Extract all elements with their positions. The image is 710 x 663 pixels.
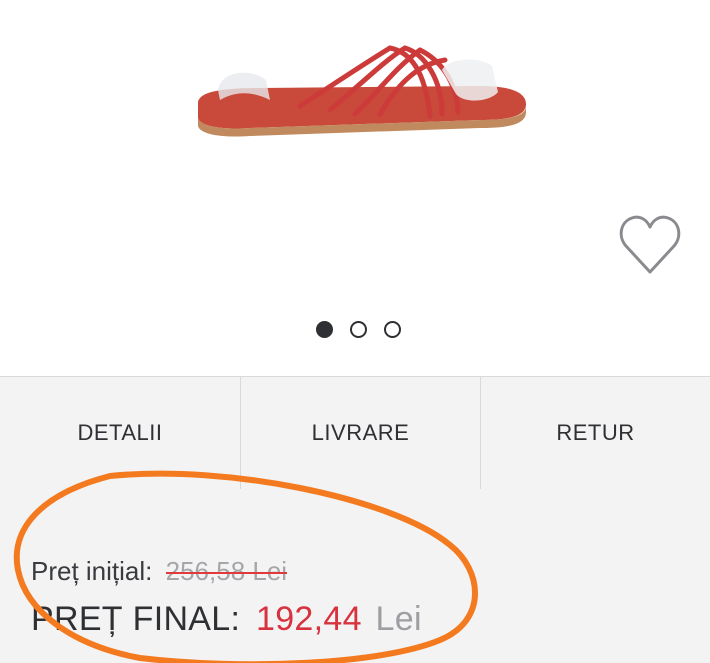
carousel-dot-1[interactable] [316,321,333,338]
product-gallery [0,0,710,376]
tab-detalii[interactable]: DETALII [0,377,240,489]
tab-livrare[interactable]: LIVRARE [241,377,480,489]
wishlist-heart-icon[interactable] [618,212,682,278]
final-price-label: PREȚ FINAL: [31,600,241,638]
initial-price-row: Preț inițial: 256,58 Lei [31,556,287,587]
carousel-dot-3[interactable] [384,321,401,338]
carousel-indicator [312,319,412,345]
initial-price-label: Preț inițial: [31,556,153,586]
tab-retur[interactable]: RETUR [481,377,710,489]
product-image [198,45,526,137]
final-price-currency: Lei [375,600,422,638]
final-price-row: PREȚ FINAL: 192,44 Lei [31,600,422,639]
carousel-dot-2[interactable] [350,321,367,338]
initial-price-value: 256,58 Lei [165,556,288,586]
final-price-value: 192,44 [255,600,362,638]
product-info-tabs: DETALII LIVRARE RETUR [0,376,710,490]
